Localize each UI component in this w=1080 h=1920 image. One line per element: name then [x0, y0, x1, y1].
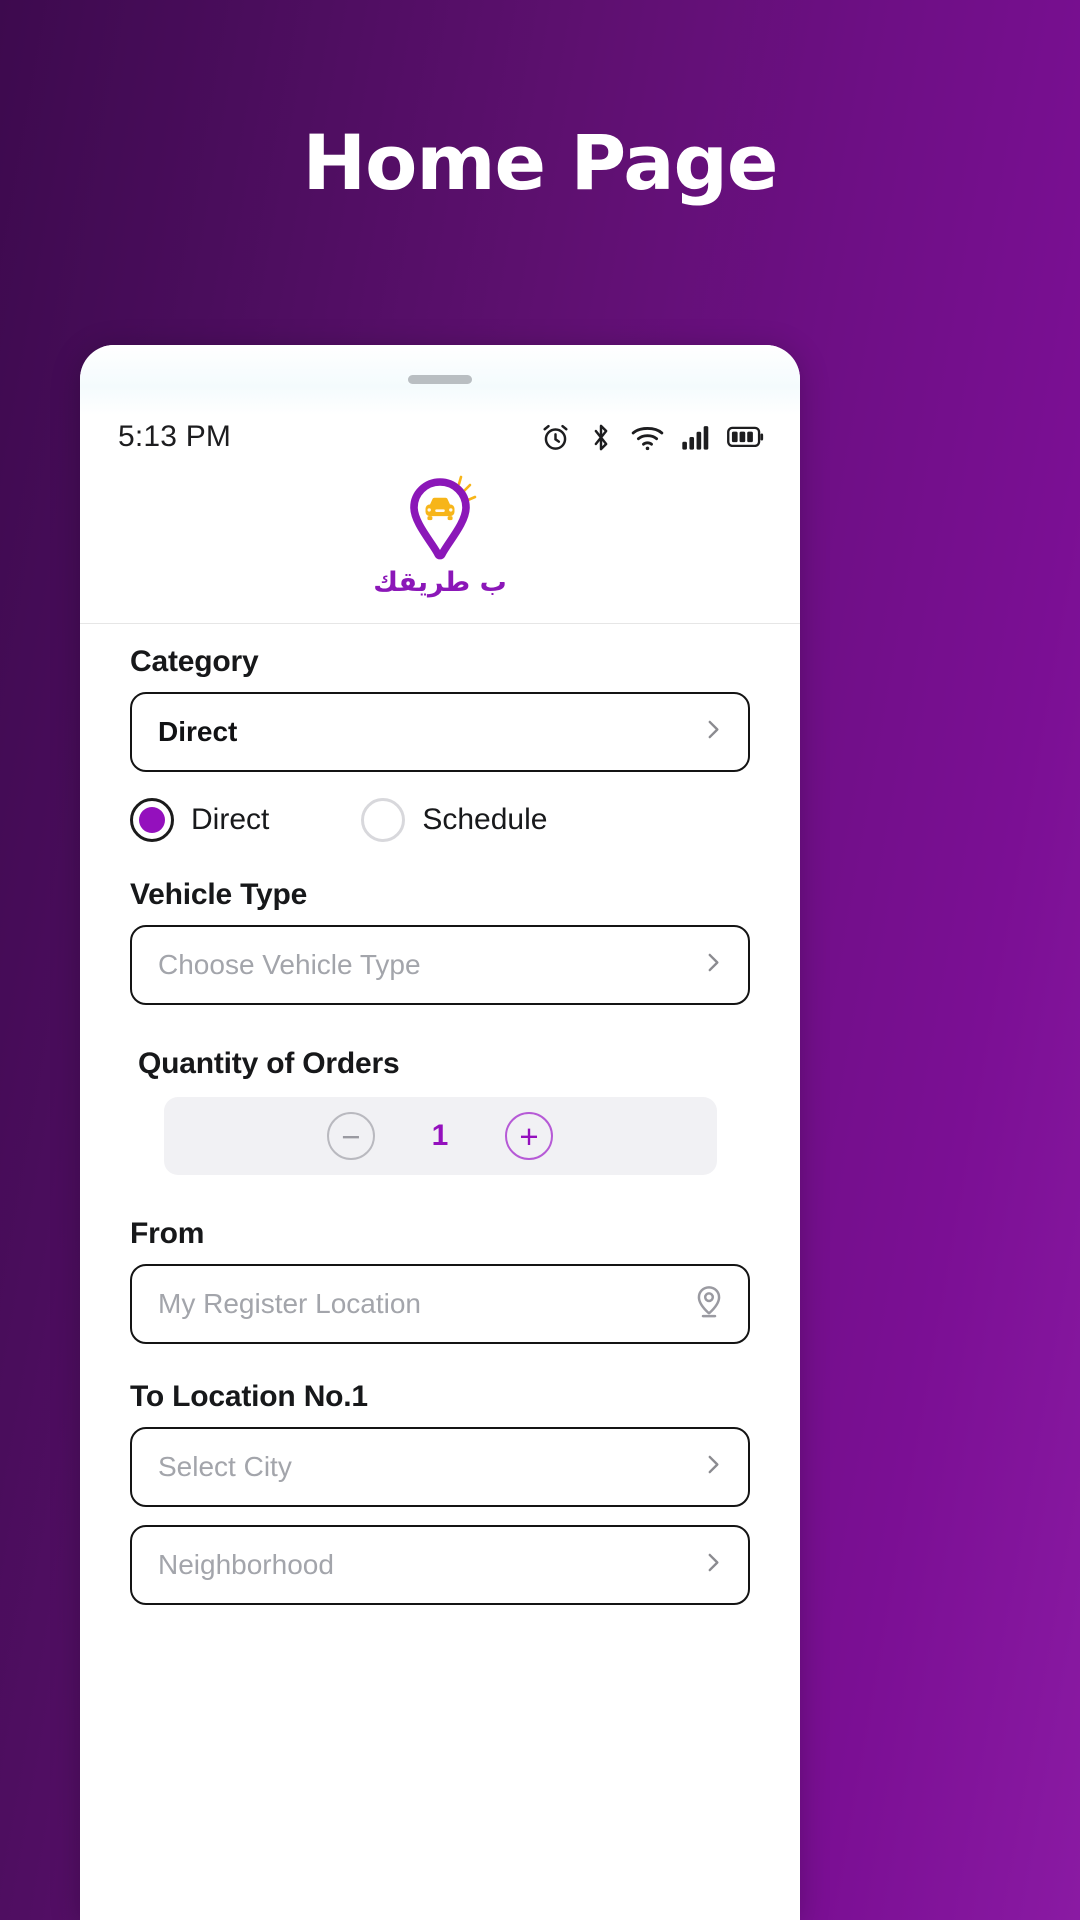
quantity-label: Quantity of Orders — [138, 1047, 400, 1080]
neighborhood-placeholder: Neighborhood — [158, 1549, 334, 1580]
category-select[interactable]: Direct — [130, 692, 750, 772]
category-value: Direct — [158, 716, 238, 747]
order-form: Category Direct Direct Schedule Vehicle … — [80, 645, 800, 1605]
logo-wordmark: ب طريقك — [373, 567, 507, 598]
minus-sign: − — [341, 1117, 361, 1155]
page-title: Home Page — [302, 118, 779, 207]
status-icons — [540, 422, 764, 453]
radio-label-schedule: Schedule — [422, 803, 548, 836]
radio-dot — [139, 807, 165, 833]
to-location-1-neighborhood-select[interactable]: Neighborhood — [130, 1525, 750, 1605]
chevron-right-icon — [700, 950, 726, 981]
from-location-input[interactable]: My Register Location — [130, 1264, 750, 1344]
from-placeholder: My Register Location — [158, 1288, 422, 1319]
alarm-icon — [540, 422, 571, 453]
wifi-icon — [631, 424, 664, 451]
from-label: From — [130, 1217, 205, 1250]
city-placeholder: Select City — [158, 1451, 292, 1482]
map-pin-car-icon — [394, 473, 486, 565]
status-time: 5:13 PM — [118, 420, 232, 453]
plus-circle-icon[interactable]: + — [505, 1112, 553, 1160]
bluetooth-icon — [588, 422, 614, 453]
chevron-right-icon — [700, 1550, 726, 1581]
to-location-1-city-select[interactable]: Select City — [130, 1427, 750, 1507]
status-bar: 5:13 PM — [80, 407, 800, 467]
cellular-signal-icon — [681, 424, 710, 451]
radio-icon-unselected — [361, 798, 406, 842]
quantity-value: 1 — [431, 1119, 449, 1152]
chevron-right-icon — [700, 1452, 726, 1483]
quantity-stepper: − 1 + — [163, 1097, 717, 1175]
vehicle-type-label: Vehicle Type — [130, 878, 308, 911]
header-divider — [80, 623, 800, 624]
category-label: Category — [130, 645, 259, 678]
drag-handle[interactable] — [408, 375, 472, 384]
radio-icon-selected — [130, 798, 174, 842]
to-location-1-label: To Location No.1 — [130, 1380, 368, 1413]
chevron-right-icon — [700, 717, 726, 748]
location-pin-icon[interactable] — [694, 1285, 724, 1324]
radio-option-direct[interactable]: Direct — [130, 798, 269, 842]
radio-option-schedule[interactable]: Schedule — [361, 798, 547, 842]
vehicle-type-placeholder: Choose Vehicle Type — [158, 949, 421, 980]
minus-circle-icon[interactable]: − — [327, 1112, 375, 1160]
delivery-mode-radio-group: Direct Schedule — [130, 798, 750, 842]
radio-label-direct: Direct — [191, 803, 270, 836]
battery-icon — [727, 425, 764, 449]
plus-sign: + — [519, 1117, 539, 1155]
app-logo: ب طريقك — [80, 473, 800, 619]
vehicle-type-select[interactable]: Choose Vehicle Type — [130, 925, 750, 1005]
phone-mockup: 5:13 PM ب طريقك Category Direct Direct S… — [80, 345, 800, 1920]
